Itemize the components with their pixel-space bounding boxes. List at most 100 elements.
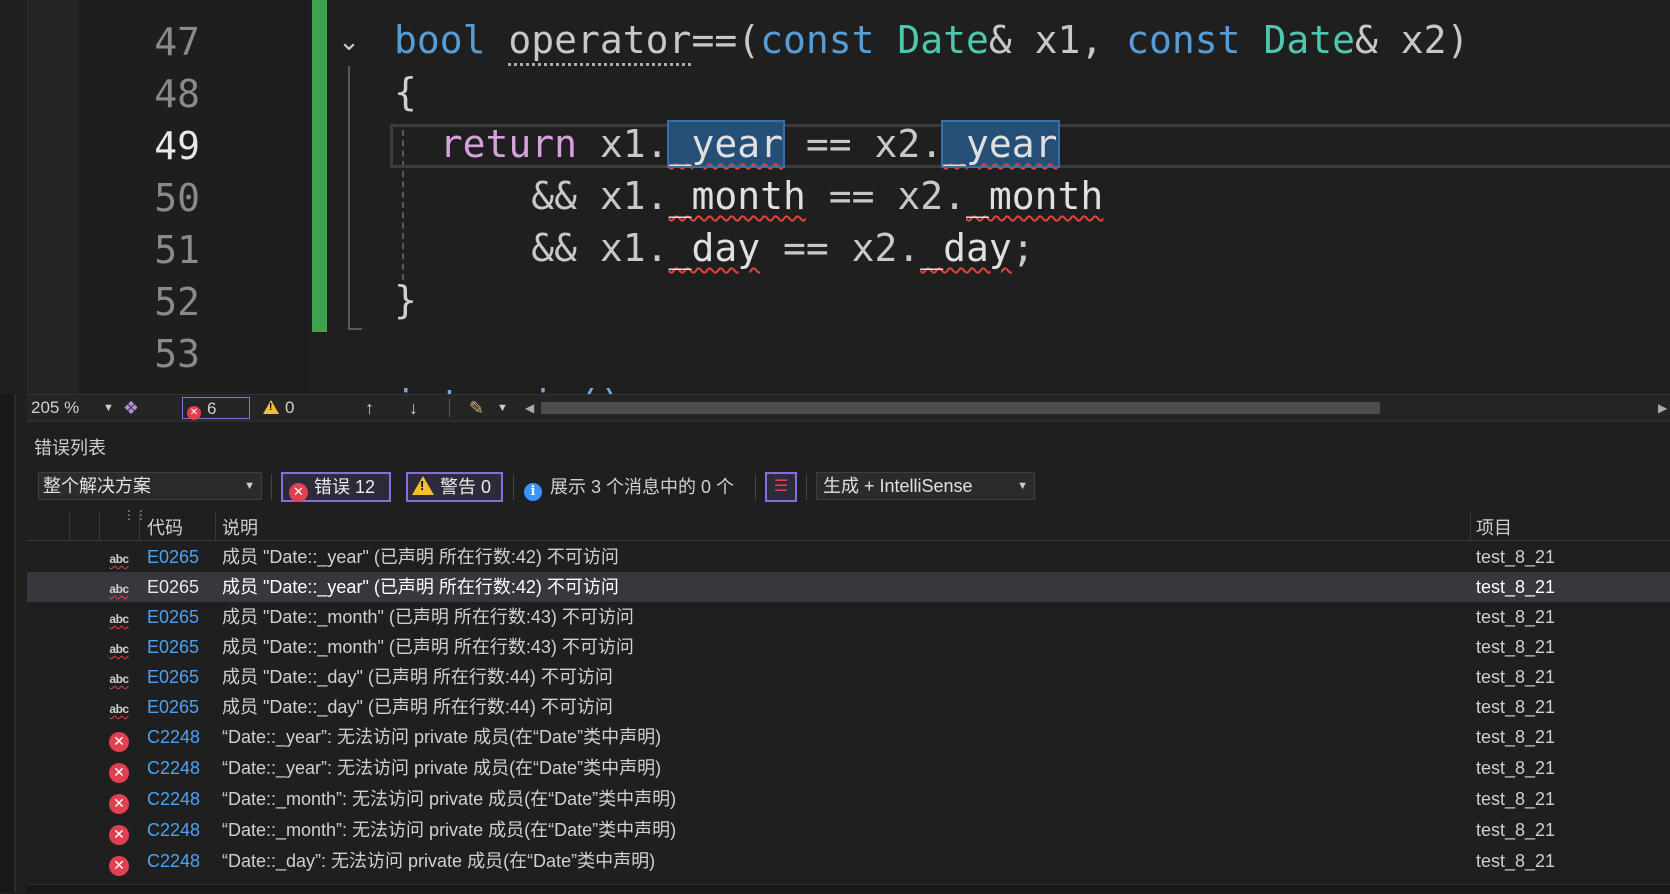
error-code-link[interactable]: C2248 bbox=[147, 815, 200, 845]
code-line-51[interactable]: && x1._day == x2._day; bbox=[394, 222, 1035, 274]
intellicode-icon[interactable]: ❖ bbox=[123, 395, 139, 421]
field-token-error[interactable]: _year bbox=[941, 120, 1060, 168]
field-token-error[interactable]: _month bbox=[669, 174, 806, 218]
field-token-error[interactable]: _month bbox=[966, 174, 1103, 218]
change-tracking-bar bbox=[312, 0, 327, 332]
table-row[interactable]: abc E0265 成员 "Date::_day" (已声明 所在行数:44) 不可… bbox=[27, 662, 1670, 692]
error-description: 成员 "Date::_day" (已声明 所在行数:44) 不可访问 bbox=[222, 667, 613, 687]
error-count-badge[interactable]: ✕ 6 bbox=[182, 397, 250, 420]
table-row[interactable]: abc E0265 成员 "Date::_month" (已声明 所在行数:43) … bbox=[27, 632, 1670, 662]
error-project: test_8_21 bbox=[1476, 697, 1556, 717]
error-code-link[interactable]: C2248 bbox=[147, 784, 200, 814]
table-row[interactable]: ✕ C2248 “Date::_month”: 无法访问 private 成员(在“… bbox=[27, 815, 1670, 846]
column-header-code[interactable]: 代码 bbox=[147, 514, 183, 540]
column-header-description[interactable]: 说明 bbox=[222, 514, 258, 540]
build-source-dropdown[interactable]: 生成 + IntelliSense ▼ bbox=[816, 472, 1035, 500]
scrollbar-thumb[interactable] bbox=[541, 402, 1380, 414]
column-header-project[interactable]: 项目 bbox=[1476, 514, 1512, 540]
field-token-error[interactable]: _day bbox=[669, 226, 761, 270]
type-name: Date bbox=[897, 18, 989, 62]
column-divider[interactable] bbox=[69, 512, 70, 540]
errors-filter-label: 错误 12 bbox=[314, 477, 376, 497]
column-divider[interactable] bbox=[1470, 512, 1471, 540]
table-row[interactable]: ✕ C2248 “Date::_year”: 无法访问 private 成员(在“D… bbox=[27, 753, 1670, 784]
error-project: test_8_21 bbox=[1476, 607, 1556, 627]
zoom-level[interactable]: 205 % bbox=[31, 395, 79, 421]
table-row[interactable]: abc E0265 成员 "Date::_year" (已声明 所在行数:42) 不… bbox=[27, 572, 1670, 602]
error-code-link[interactable]: E0265 bbox=[147, 662, 199, 692]
line-number: 48 bbox=[154, 72, 200, 116]
code-editor[interactable]: 46 47 48 49 50 51 52 53 ⌄ bool operator=… bbox=[0, 0, 1670, 394]
brush-icon[interactable]: ✎ bbox=[469, 395, 484, 421]
error-code-link[interactable]: E0265 bbox=[147, 692, 199, 722]
error-description: “Date::_year”: 无法访问 private 成员(在“Date”类中… bbox=[222, 758, 662, 778]
warnings-filter-button[interactable]: 警告 0 bbox=[406, 472, 503, 502]
error-code-link[interactable]: E0265 bbox=[147, 632, 199, 662]
error-description: 成员 "Date::_month" (已声明 所在行数:43) 不可访问 bbox=[222, 607, 634, 627]
table-row[interactable]: ✕ C2248 “Date::_day”: 无法访问 private 成员(在“Da… bbox=[27, 846, 1670, 877]
arrow-down-icon[interactable]: ↓ bbox=[409, 395, 418, 421]
error-description: 成员 "Date::_month" (已声明 所在行数:43) 不可访问 bbox=[222, 637, 634, 657]
divider bbox=[755, 474, 756, 500]
build-source-value: 生成 + IntelliSense bbox=[823, 476, 973, 496]
sort-grip-icon[interactable]: ⋮⋮ bbox=[123, 508, 147, 522]
error-code-link[interactable]: C2248 bbox=[147, 846, 200, 876]
scroll-right-icon[interactable]: ▶ bbox=[1658, 395, 1667, 421]
error-description: “Date::_day”: 无法访问 private 成员(在“Date”类中声… bbox=[222, 851, 656, 871]
code-line-52[interactable]: } bbox=[394, 274, 417, 326]
error-description: “Date::_month”: 无法访问 private 成员(在“Date”类… bbox=[222, 789, 677, 809]
divider bbox=[271, 474, 272, 500]
keyword: const bbox=[760, 18, 875, 62]
error-icon: ✕ bbox=[187, 406, 201, 420]
chevron-down-icon[interactable]: ▼ bbox=[497, 395, 508, 421]
field-token-error[interactable]: _day bbox=[920, 226, 1012, 270]
chevron-down-icon: ▼ bbox=[244, 480, 255, 492]
code-line-48[interactable]: { bbox=[394, 66, 417, 118]
filter-list-icon[interactable]: ☰ bbox=[765, 472, 797, 502]
warning-count-badge[interactable]: 0 bbox=[263, 395, 294, 421]
code-line-50[interactable]: && x1._month == x2._month bbox=[394, 170, 1103, 222]
arrow-up-icon[interactable]: ↑ bbox=[365, 395, 374, 421]
line-number: 52 bbox=[154, 280, 200, 324]
keyword: bool bbox=[394, 18, 486, 62]
parameter-token: & x1, bbox=[988, 18, 1127, 62]
error-code-link[interactable]: C2248 bbox=[147, 753, 200, 783]
table-row[interactable]: abc E0265 成员 "Date::_year" (已声明 所在行数:42) 不… bbox=[27, 542, 1670, 572]
info-icon: i bbox=[524, 483, 542, 501]
scroll-left-icon[interactable]: ◀ bbox=[525, 395, 534, 421]
table-row[interactable]: ✕ C2248 “Date::_year”: 无法访问 private 成员(在“D… bbox=[27, 722, 1670, 753]
field-token-error[interactable]: _year bbox=[666, 120, 785, 168]
table-row[interactable]: abc E0265 成员 "Date::_month" (已声明 所在行数:43) … bbox=[27, 602, 1670, 632]
build-error-icon: ✕ bbox=[107, 753, 131, 783]
column-divider[interactable] bbox=[99, 512, 100, 540]
error-project: test_8_21 bbox=[1476, 727, 1556, 747]
error-project: test_8_21 bbox=[1476, 637, 1556, 657]
messages-filter-button[interactable]: i 展示 3 个消息中的 0 个 bbox=[524, 472, 734, 502]
column-divider[interactable] bbox=[215, 512, 216, 540]
chevron-down-icon[interactable]: ⌄ bbox=[335, 28, 363, 56]
fold-region-line bbox=[348, 66, 350, 330]
code-line-49[interactable]: return x1._year == x2._year bbox=[394, 118, 1060, 170]
type-name: Date bbox=[1263, 18, 1355, 62]
messages-filter-label: 展示 3 个消息中的 0 个 bbox=[550, 477, 735, 497]
errors-filter-button[interactable]: ✕ 错误 12 bbox=[281, 472, 391, 502]
table-row[interactable]: ✕ C2248 “Date::_month”: 无法访问 private 成员(在“… bbox=[27, 784, 1670, 815]
scope-dropdown[interactable]: 整个解决方案 ▼ bbox=[38, 472, 262, 500]
error-project: test_8_21 bbox=[1476, 547, 1556, 567]
chevron-down-icon[interactable]: ▼ bbox=[103, 395, 114, 421]
table-row[interactable]: abc E0265 成员 "Date::_day" (已声明 所在行数:44) 不可… bbox=[27, 692, 1670, 722]
error-code-link[interactable]: C2248 bbox=[147, 722, 200, 752]
error-code-link[interactable]: E0265 bbox=[147, 602, 199, 632]
semicolon-token: ; bbox=[1011, 226, 1035, 270]
identifier-token: == x2. bbox=[782, 122, 944, 166]
error-code-link[interactable]: E0265 bbox=[147, 542, 199, 572]
intellisense-error-icon: abc bbox=[109, 672, 129, 686]
code-line-47[interactable]: bool operator==(const Date& x1, const Da… bbox=[394, 14, 1469, 66]
line-number: 46 bbox=[80, 0, 200, 12]
error-project: test_8_21 bbox=[1476, 851, 1556, 871]
error-code-link[interactable]: E0265 bbox=[147, 572, 199, 602]
chevron-down-icon: ▼ bbox=[1017, 480, 1028, 492]
line-number: 47 bbox=[154, 20, 200, 64]
horizontal-scrollbar[interactable] bbox=[541, 402, 1653, 414]
identifier-token: && x1. bbox=[531, 174, 669, 218]
